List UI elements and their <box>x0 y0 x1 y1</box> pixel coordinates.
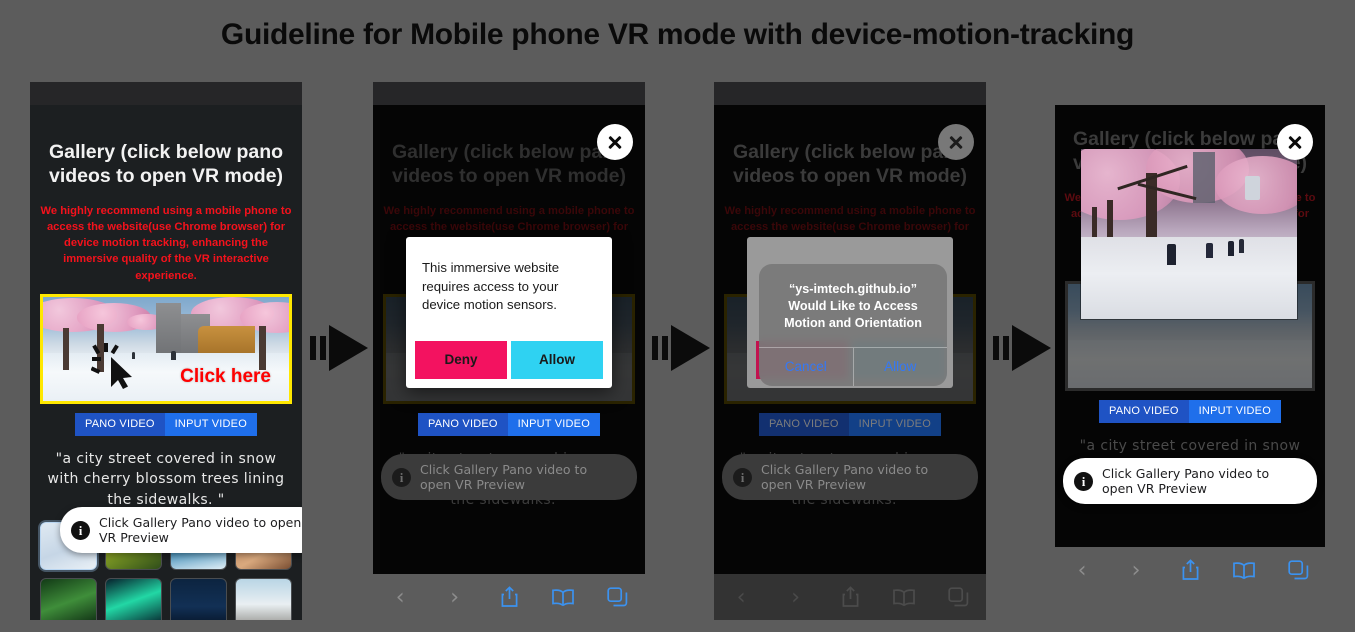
tabs-button[interactable] <box>932 586 986 608</box>
toast-label: Click Gallery Pano video to open VR Prev… <box>761 462 929 492</box>
deny-button[interactable]: Deny <box>415 341 507 380</box>
close-button[interactable] <box>938 124 974 160</box>
tabs-icon <box>948 586 969 606</box>
chevron-left-icon: ‹ <box>736 584 746 610</box>
close-icon <box>1287 134 1303 150</box>
close-icon <box>948 134 964 150</box>
toast-label: Click Gallery Pano video to open VR Prev… <box>1102 466 1270 496</box>
chevron-right-icon: › <box>1131 557 1141 583</box>
guideline-figure: Guideline for Mobile phone VR mode with … <box>0 0 1355 632</box>
video-mode-tabs[interactable]: PANO VIDEO INPUT VIDEO <box>759 412 941 436</box>
forward-button[interactable]: › <box>1109 558 1163 583</box>
panel-chrome-permission: Gallery (click below pano videos to open… <box>373 82 645 620</box>
chevron-right-icon: › <box>791 584 801 610</box>
chrome-motion-permission-dialog: This immersive website requires access t… <box>406 237 612 389</box>
dialog-message: This immersive website requires access t… <box>422 260 560 313</box>
back-button[interactable]: ‹ <box>714 585 768 610</box>
bookmarks-button[interactable] <box>877 588 931 607</box>
page-title: Guideline for Mobile phone VR mode with … <box>220 18 1135 51</box>
panel-ios-permission: Gallery (click below pano videos to open… <box>714 82 986 620</box>
book-icon <box>1233 561 1255 579</box>
info-icon: i <box>392 467 411 487</box>
back-button[interactable]: ‹ <box>373 585 427 610</box>
vr-preview-toast: i Click Gallery Pano video to open VR Pr… <box>60 507 302 553</box>
info-icon: i <box>733 467 752 487</box>
share-button[interactable] <box>823 586 877 608</box>
browser-toolbar[interactable]: ‹ › <box>714 574 986 620</box>
dialog-message: “ys-imtech.github.io” Would Like to Acce… <box>784 282 922 331</box>
book-icon <box>552 588 575 606</box>
status-bar <box>30 82 302 105</box>
browser-toolbar[interactable]: ‹ › <box>373 574 645 620</box>
status-bar <box>714 82 986 105</box>
thumbnail-item[interactable] <box>40 577 97 620</box>
toast-label: Click Gallery Pano video to open VR Prev… <box>420 462 588 492</box>
bookmarks-button[interactable] <box>1217 561 1271 580</box>
book-icon <box>893 588 916 606</box>
share-button[interactable] <box>1163 559 1217 581</box>
warning-text: We highly recommend using a mobile phone… <box>40 204 292 282</box>
pano-video-button[interactable]: PANO VIDEO <box>1099 399 1189 423</box>
browser-toolbar[interactable]: ‹ › <box>1055 547 1325 593</box>
input-video-button[interactable]: INPUT VIDEO <box>848 412 941 436</box>
vr-preview-toast: i Click Gallery Pano video to open VR Pr… <box>722 454 978 500</box>
back-button[interactable]: ‹ <box>1055 558 1109 583</box>
info-icon: i <box>1074 471 1093 491</box>
close-button[interactable] <box>597 124 633 160</box>
gallery-heading: Gallery (click below pano videos to open… <box>48 141 284 188</box>
click-cursor-icon <box>91 342 132 389</box>
thumbnail-item[interactable] <box>105 577 162 620</box>
info-icon: i <box>71 520 90 540</box>
share-icon <box>1182 559 1198 580</box>
tabs-button[interactable] <box>1271 559 1325 581</box>
flow-arrow-3 <box>993 325 1051 371</box>
pano-video-thumbnail[interactable]: Click here <box>40 293 292 404</box>
flow-arrow-2 <box>652 325 710 371</box>
flow-arrow-1 <box>310 325 368 371</box>
forward-button[interactable]: › <box>768 585 822 610</box>
pano-video-button[interactable]: PANO VIDEO <box>759 412 849 436</box>
scene-caption: "a city street covered in snow with cher… <box>47 450 285 508</box>
share-button[interactable] <box>482 586 536 608</box>
chevron-right-icon: › <box>450 584 460 610</box>
allow-button[interactable]: Allow <box>852 348 948 387</box>
pano-video-button[interactable]: PANO VIDEO <box>418 412 508 436</box>
tabs-icon <box>1287 559 1308 579</box>
chevron-left-icon: ‹ <box>395 584 405 610</box>
building-tower <box>156 303 181 358</box>
tabs-icon <box>607 586 628 606</box>
panel-vr-preview: Gallery (click below pano videos to open… <box>1055 105 1325 593</box>
tabs-button[interactable] <box>591 586 645 608</box>
input-video-button[interactable]: INPUT VIDEO <box>507 412 600 436</box>
thumbnail-item[interactable] <box>235 577 292 620</box>
close-icon <box>607 134 623 150</box>
share-icon <box>842 586 858 607</box>
ios-motion-permission-dialog: “ys-imtech.github.io” Would Like to Acce… <box>759 264 948 387</box>
panel-gallery-landing: Gallery (click below pano videos to open… <box>30 82 302 620</box>
chevron-left-icon: ‹ <box>1077 557 1087 583</box>
status-bar <box>373 82 645 105</box>
vr-preview-toast: i Click Gallery Pano video to open VR Pr… <box>381 454 637 500</box>
input-video-button[interactable]: INPUT VIDEO <box>1188 399 1281 423</box>
bookmarks-button[interactable] <box>536 588 590 607</box>
video-mode-tabs[interactable]: PANO VIDEO INPUT VIDEO <box>418 412 600 436</box>
vr-preview-image[interactable] <box>1081 149 1297 319</box>
vr-preview-toast: i Click Gallery Pano video to open VR Pr… <box>1063 458 1317 504</box>
close-button[interactable] <box>1277 124 1313 160</box>
click-here-label: Click here <box>180 365 271 387</box>
thumbnail-item[interactable] <box>170 577 227 620</box>
input-video-button[interactable]: INPUT VIDEO <box>164 412 257 436</box>
video-mode-tabs[interactable]: PANO VIDEO INPUT VIDEO <box>1099 399 1281 423</box>
gallery-heading: Gallery (click below pano videos to open… <box>732 141 968 188</box>
share-icon <box>501 586 517 607</box>
toast-label: Click Gallery Pano video to open VR Prev… <box>99 515 302 545</box>
video-mode-tabs[interactable]: PANO VIDEO INPUT VIDEO <box>75 412 257 436</box>
cancel-button[interactable]: Cancel <box>759 348 853 386</box>
pano-video-button[interactable]: PANO VIDEO <box>75 412 165 436</box>
gallery-heading: Gallery (click below pano videos to open… <box>391 141 627 188</box>
allow-button[interactable]: Allow <box>511 341 603 380</box>
forward-button[interactable]: › <box>427 585 481 610</box>
